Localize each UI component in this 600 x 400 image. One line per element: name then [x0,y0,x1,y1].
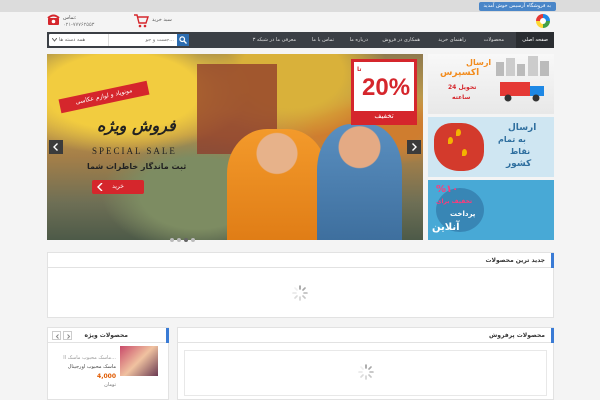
section-accent [551,328,554,343]
cart-label: سبد خرید [152,17,172,23]
search-category-select[interactable]: همه دسته ها [49,34,109,46]
discount-percent: 20% [362,74,411,101]
search-input[interactable] [110,35,176,45]
phone-icon [47,14,60,25]
product-thumbnail[interactable] [120,346,158,376]
slide-person-photo [227,129,327,240]
product-price: 4,000 [97,373,116,380]
contact-label: تماس: [63,15,77,21]
discount-sign: تا 20% تخفیف [351,59,417,125]
discount-up-to: تا [357,66,362,73]
chevron-left-icon [55,334,59,339]
discount-label: تخفیف [354,111,414,122]
welcome-message: به فروشگاه آرسیس خوش آمدید [478,2,556,11]
product-name[interactable]: ماسک محبوب ماسک اا... [63,355,116,361]
search-button[interactable] [177,34,189,46]
promo-title: فروش ویژه [97,116,176,135]
shipping-line2: به تمام [498,135,526,144]
slider-dot[interactable] [177,238,181,242]
section-accent [166,328,169,343]
nav-item-buying-guide[interactable]: راهنمای خرید [432,32,472,48]
nationwide-shipping-banner[interactable]: ارسال به تمام نقاط کشور [428,117,554,177]
shipping-line4: کشور [506,159,532,169]
nav-item-products[interactable]: محصولات [478,32,510,48]
search-bar: همه دسته ها [49,34,189,46]
section-title: جدید ترین محصولات [485,257,545,264]
shipping-line1: ارسال [508,123,537,133]
bestseller-products-box: محصولات پرفروش [177,327,554,400]
buy-label: خرید [112,183,124,190]
buy-button[interactable]: خرید [92,180,144,194]
discount-line2: تخفیف برای [436,198,473,205]
slider-next-arrow[interactable] [407,140,421,154]
section-header: محصولات پرفروش [178,328,554,343]
city-skyline-icon [496,56,549,76]
shipping-line3: نقاط [510,147,531,156]
slider-pagination [170,238,210,242]
nav-item-about[interactable]: درباره ما [344,32,374,48]
slider-dot[interactable] [184,238,188,242]
next-page-button[interactable] [63,331,72,340]
slide-person-photo [317,124,402,240]
express-line4: ساعته [452,94,471,101]
slider-prev-arrow[interactable] [49,140,63,154]
map-pin-icon [462,149,467,156]
slider-dot[interactable] [191,238,195,242]
discount-line3: پرداخت [450,210,476,218]
chevron-left-icon [97,183,103,191]
hero-slider[interactable]: تا 20% تخفیف مونوپاد و لوازم عکاسی فروش … [47,54,423,240]
nav-item-home[interactable]: صفحه اصلی [516,32,554,48]
map-pin-icon [456,129,461,136]
product-name[interactable]: ماسک محبوب اورجینال [68,364,116,370]
map-pin-icon [448,137,453,144]
main-navbar: صفحه اصلی محصولات راهنمای خرید همکاری در… [47,32,554,48]
express-delivery-banner[interactable]: ارسال اکسپرس تحویل 24 ساعته [428,54,554,114]
shopping-cart-icon [134,14,149,28]
cart-button[interactable]: سبد خرید [133,14,183,30]
express-line3: تحویل 24 [448,84,477,91]
search-category-label: همه دسته ها [59,37,86,43]
nav-item-contact[interactable]: تماس با ما [306,32,340,48]
express-line2: اکسپرس [440,68,480,78]
promo-subtitle: SPECIAL SALE [92,146,177,156]
section-header: محصولات ویژه [48,328,169,343]
discount-line4: آنلاین [432,222,460,233]
product-currency: تومان [104,382,116,388]
loading-spinner-icon [292,285,308,301]
slider-dot[interactable] [170,238,174,242]
express-line1: ارسال [466,58,492,67]
search-icon [179,36,187,44]
chevron-right-icon [67,334,71,339]
section-title: محصولات ویژه [84,332,128,339]
nav-item-channel3[interactable]: معرفی ما در شبکه ۳ [247,32,302,48]
online-discount-banner[interactable]: %۱۰ تخفیف برای پرداخت آنلاین [428,180,554,240]
special-products-box: محصولات ویژه ماسک محبوب ماسک اا... ماسک … [47,327,169,400]
newest-products-section: جدید ترین محصولات [47,252,554,318]
section-title: محصولات پرفروش [489,332,545,339]
chevron-down-icon [52,38,57,42]
chevron-left-icon [53,143,58,151]
nav-item-affiliate[interactable]: همکاری در فروش [376,32,426,48]
promo-tagline: ثبت ماندگار خاطرات شما [87,162,187,171]
prev-page-button[interactable] [52,331,61,340]
loading-spinner-icon [358,364,374,380]
section-header: جدید ترین محصولات [48,253,554,268]
site-logo[interactable] [536,14,550,28]
chevron-right-icon [412,143,417,151]
discount-line1: %۱۰ [436,184,459,195]
delivery-truck-icon [500,82,544,102]
phone-number: ۰۲۱-۷۷۷۶۲۵۵۳ [63,22,95,28]
